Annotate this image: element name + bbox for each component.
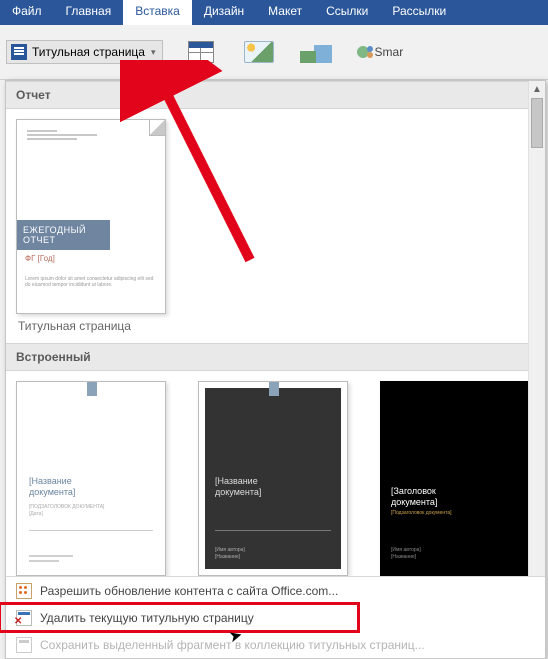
tab-file[interactable]: Файл — [0, 0, 54, 25]
chevron-down-icon: ▾ — [151, 47, 156, 58]
cover-page-dropdown[interactable]: Титульная страница ▾ — [6, 40, 163, 64]
gallery-scroll-area: Отчет ЕЖЕГОДНЫЙ ОТЧЕТ ФГ [Год] Lorem ips… — [6, 81, 545, 603]
gallery-footer-menu: Разрешить обновление контента с сайта Of… — [6, 576, 545, 658]
tab-references[interactable]: Ссылки — [314, 0, 380, 25]
smartart-label: Smar — [375, 45, 404, 59]
section-report: Отчет — [6, 81, 545, 109]
table-icon — [188, 41, 214, 63]
template-report[interactable]: ЕЖЕГОДНЫЙ ОТЧЕТ ФГ [Год] Lorem ipsum dol… — [16, 119, 166, 339]
tab-design[interactable]: Дизайн — [192, 0, 256, 25]
table-button[interactable] — [181, 32, 221, 72]
cover-page-label: Титульная страница — [32, 45, 145, 59]
save-gallery-icon — [16, 637, 32, 653]
scroll-thumb[interactable] — [531, 98, 543, 148]
tab-insert[interactable]: Вставка — [123, 0, 192, 25]
template-ion-light[interactable]: [Название документа] [ПОДЗАГОЛОВОК ДОКУМ… — [16, 381, 166, 601]
section-builtin: Встроенный — [6, 343, 545, 371]
tab-layout[interactable]: Макет — [256, 0, 314, 25]
gallery-scrollbar[interactable]: ▲ ▼ — [528, 81, 545, 603]
images-icon — [300, 41, 334, 63]
cover-page-gallery: Отчет ЕЖЕГОДНЫЙ ОТЧЕТ ФГ [Год] Lorem ips… — [5, 80, 546, 659]
template-report-label: Титульная страница — [16, 314, 166, 339]
ribbon-tabs: Файл Главная Вставка Дизайн Макет Ссылки… — [0, 0, 548, 25]
cover-page-icon — [11, 44, 27, 60]
smartart-button[interactable]: Smar — [355, 44, 404, 60]
pictures-button[interactable] — [239, 32, 279, 72]
tab-home[interactable]: Главная — [54, 0, 124, 25]
office-icon — [16, 583, 32, 599]
tab-mailings[interactable]: Рассылки — [380, 0, 458, 25]
picture-icon — [244, 41, 274, 63]
online-pictures-button[interactable] — [297, 32, 337, 72]
menu-office-update[interactable]: Разрешить обновление контента с сайта Of… — [6, 577, 545, 604]
delete-page-icon — [16, 610, 32, 626]
template-ion-dark[interactable]: [Название документа] [Имя автора][Назван… — [198, 381, 348, 601]
ribbon: Титульная страница ▾ Smar — [0, 25, 548, 80]
menu-save-selection: Сохранить выделенный фрагмент в коллекци… — [6, 631, 545, 658]
scroll-up-icon[interactable]: ▲ — [529, 81, 545, 98]
template-viewmaster[interactable]: [Заголовок документа] [Подзаголовок доку… — [380, 381, 530, 601]
smartart-icon — [355, 44, 371, 60]
menu-remove-cover[interactable]: Удалить текущую титульную страницу — [6, 604, 545, 631]
